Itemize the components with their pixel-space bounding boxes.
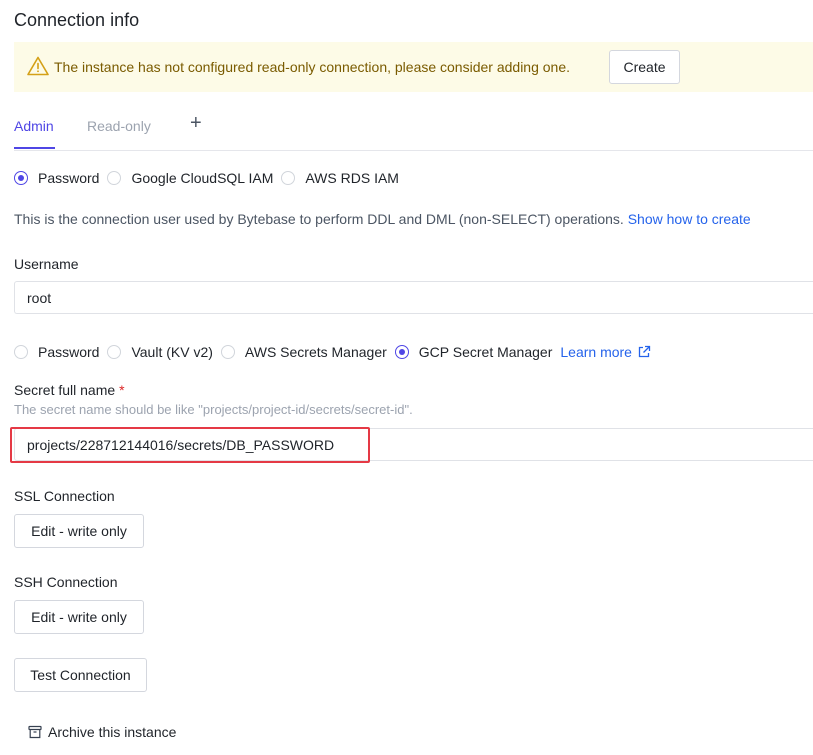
radio-indicator[interactable] xyxy=(107,345,122,359)
warning-icon xyxy=(27,56,49,76)
readonly-warning-alert: The instance has not configured read-onl… xyxy=(14,42,813,92)
radio-label: Vault (KV v2) xyxy=(131,344,213,360)
radio-label: Password xyxy=(38,170,100,186)
create-readonly-button[interactable]: Create xyxy=(609,50,680,84)
connection-tabs: Admin Read-only + xyxy=(14,112,813,151)
radio-label: Google CloudSQL IAM xyxy=(131,170,274,186)
highlight-annotation-box xyxy=(10,427,370,463)
radio-label: AWS Secrets Manager xyxy=(244,344,387,360)
radio-label: Password xyxy=(38,344,100,360)
ssh-connection-label: SSH Connection xyxy=(14,574,118,590)
radio-google-cloudsql-iam[interactable]: Google CloudSQL IAM xyxy=(107,170,273,186)
radio-aws-rds-iam[interactable]: AWS RDS IAM xyxy=(281,170,399,186)
radio-password[interactable]: Password xyxy=(14,170,99,186)
secret-full-name-label: Secret full name * xyxy=(14,382,125,398)
learn-more-label: Learn more xyxy=(560,344,632,360)
add-tab-button[interactable]: + xyxy=(190,112,202,135)
alert-message: The instance has not configured read-onl… xyxy=(54,59,571,75)
required-mark: * xyxy=(119,382,125,398)
connection-user-description: This is the connection user used by Byte… xyxy=(14,211,751,227)
archive-instance-button[interactable]: Archive this instance xyxy=(28,724,176,740)
ssl-connection-label: SSL Connection xyxy=(14,488,115,504)
radio-vault-kv-v2[interactable]: Vault (KV v2) xyxy=(107,344,213,360)
password-source-radio-group: Password Vault (KV v2) AWS Secrets Manag… xyxy=(14,344,651,360)
radio-indicator[interactable] xyxy=(14,345,28,359)
radio-indicator-checked[interactable] xyxy=(14,171,28,185)
show-how-to-create-link[interactable]: Show how to create xyxy=(628,211,751,227)
radio-gcp-secret-manager[interactable]: GCP Secret Manager xyxy=(394,344,553,360)
archive-icon xyxy=(28,725,42,739)
radio-indicator[interactable] xyxy=(220,345,235,359)
learn-more-link[interactable]: Learn more xyxy=(560,344,651,360)
auth-type-radio-group: Password Google CloudSQL IAM AWS RDS IAM xyxy=(14,170,407,186)
radio-indicator-checked[interactable] xyxy=(394,345,409,359)
username-label: Username xyxy=(14,256,79,272)
tab-read-only[interactable]: Read-only xyxy=(87,118,151,134)
radio-label: AWS RDS IAM xyxy=(305,170,399,186)
username-input[interactable]: root xyxy=(14,281,813,314)
test-connection-button[interactable]: Test Connection xyxy=(14,658,147,692)
description-text: This is the connection user used by Byte… xyxy=(14,211,624,227)
ssh-edit-button[interactable]: Edit - write only xyxy=(14,600,144,634)
external-link-icon xyxy=(638,345,651,358)
secret-name-hint: The secret name should be like "projects… xyxy=(14,402,413,417)
archive-label: Archive this instance xyxy=(48,724,177,740)
secret-label-text: Secret full name xyxy=(14,382,116,398)
page-title: Connection info xyxy=(14,10,140,30)
ssl-edit-button[interactable]: Edit - write only xyxy=(14,514,144,548)
tab-admin[interactable]: Admin xyxy=(14,118,54,134)
radio-password-source-password[interactable]: Password xyxy=(14,344,99,360)
radio-indicator[interactable] xyxy=(281,171,296,185)
radio-indicator[interactable] xyxy=(107,171,122,185)
radio-label: GCP Secret Manager xyxy=(418,344,553,360)
active-tab-indicator xyxy=(14,147,55,149)
radio-aws-secrets-manager[interactable]: AWS Secrets Manager xyxy=(220,344,387,360)
